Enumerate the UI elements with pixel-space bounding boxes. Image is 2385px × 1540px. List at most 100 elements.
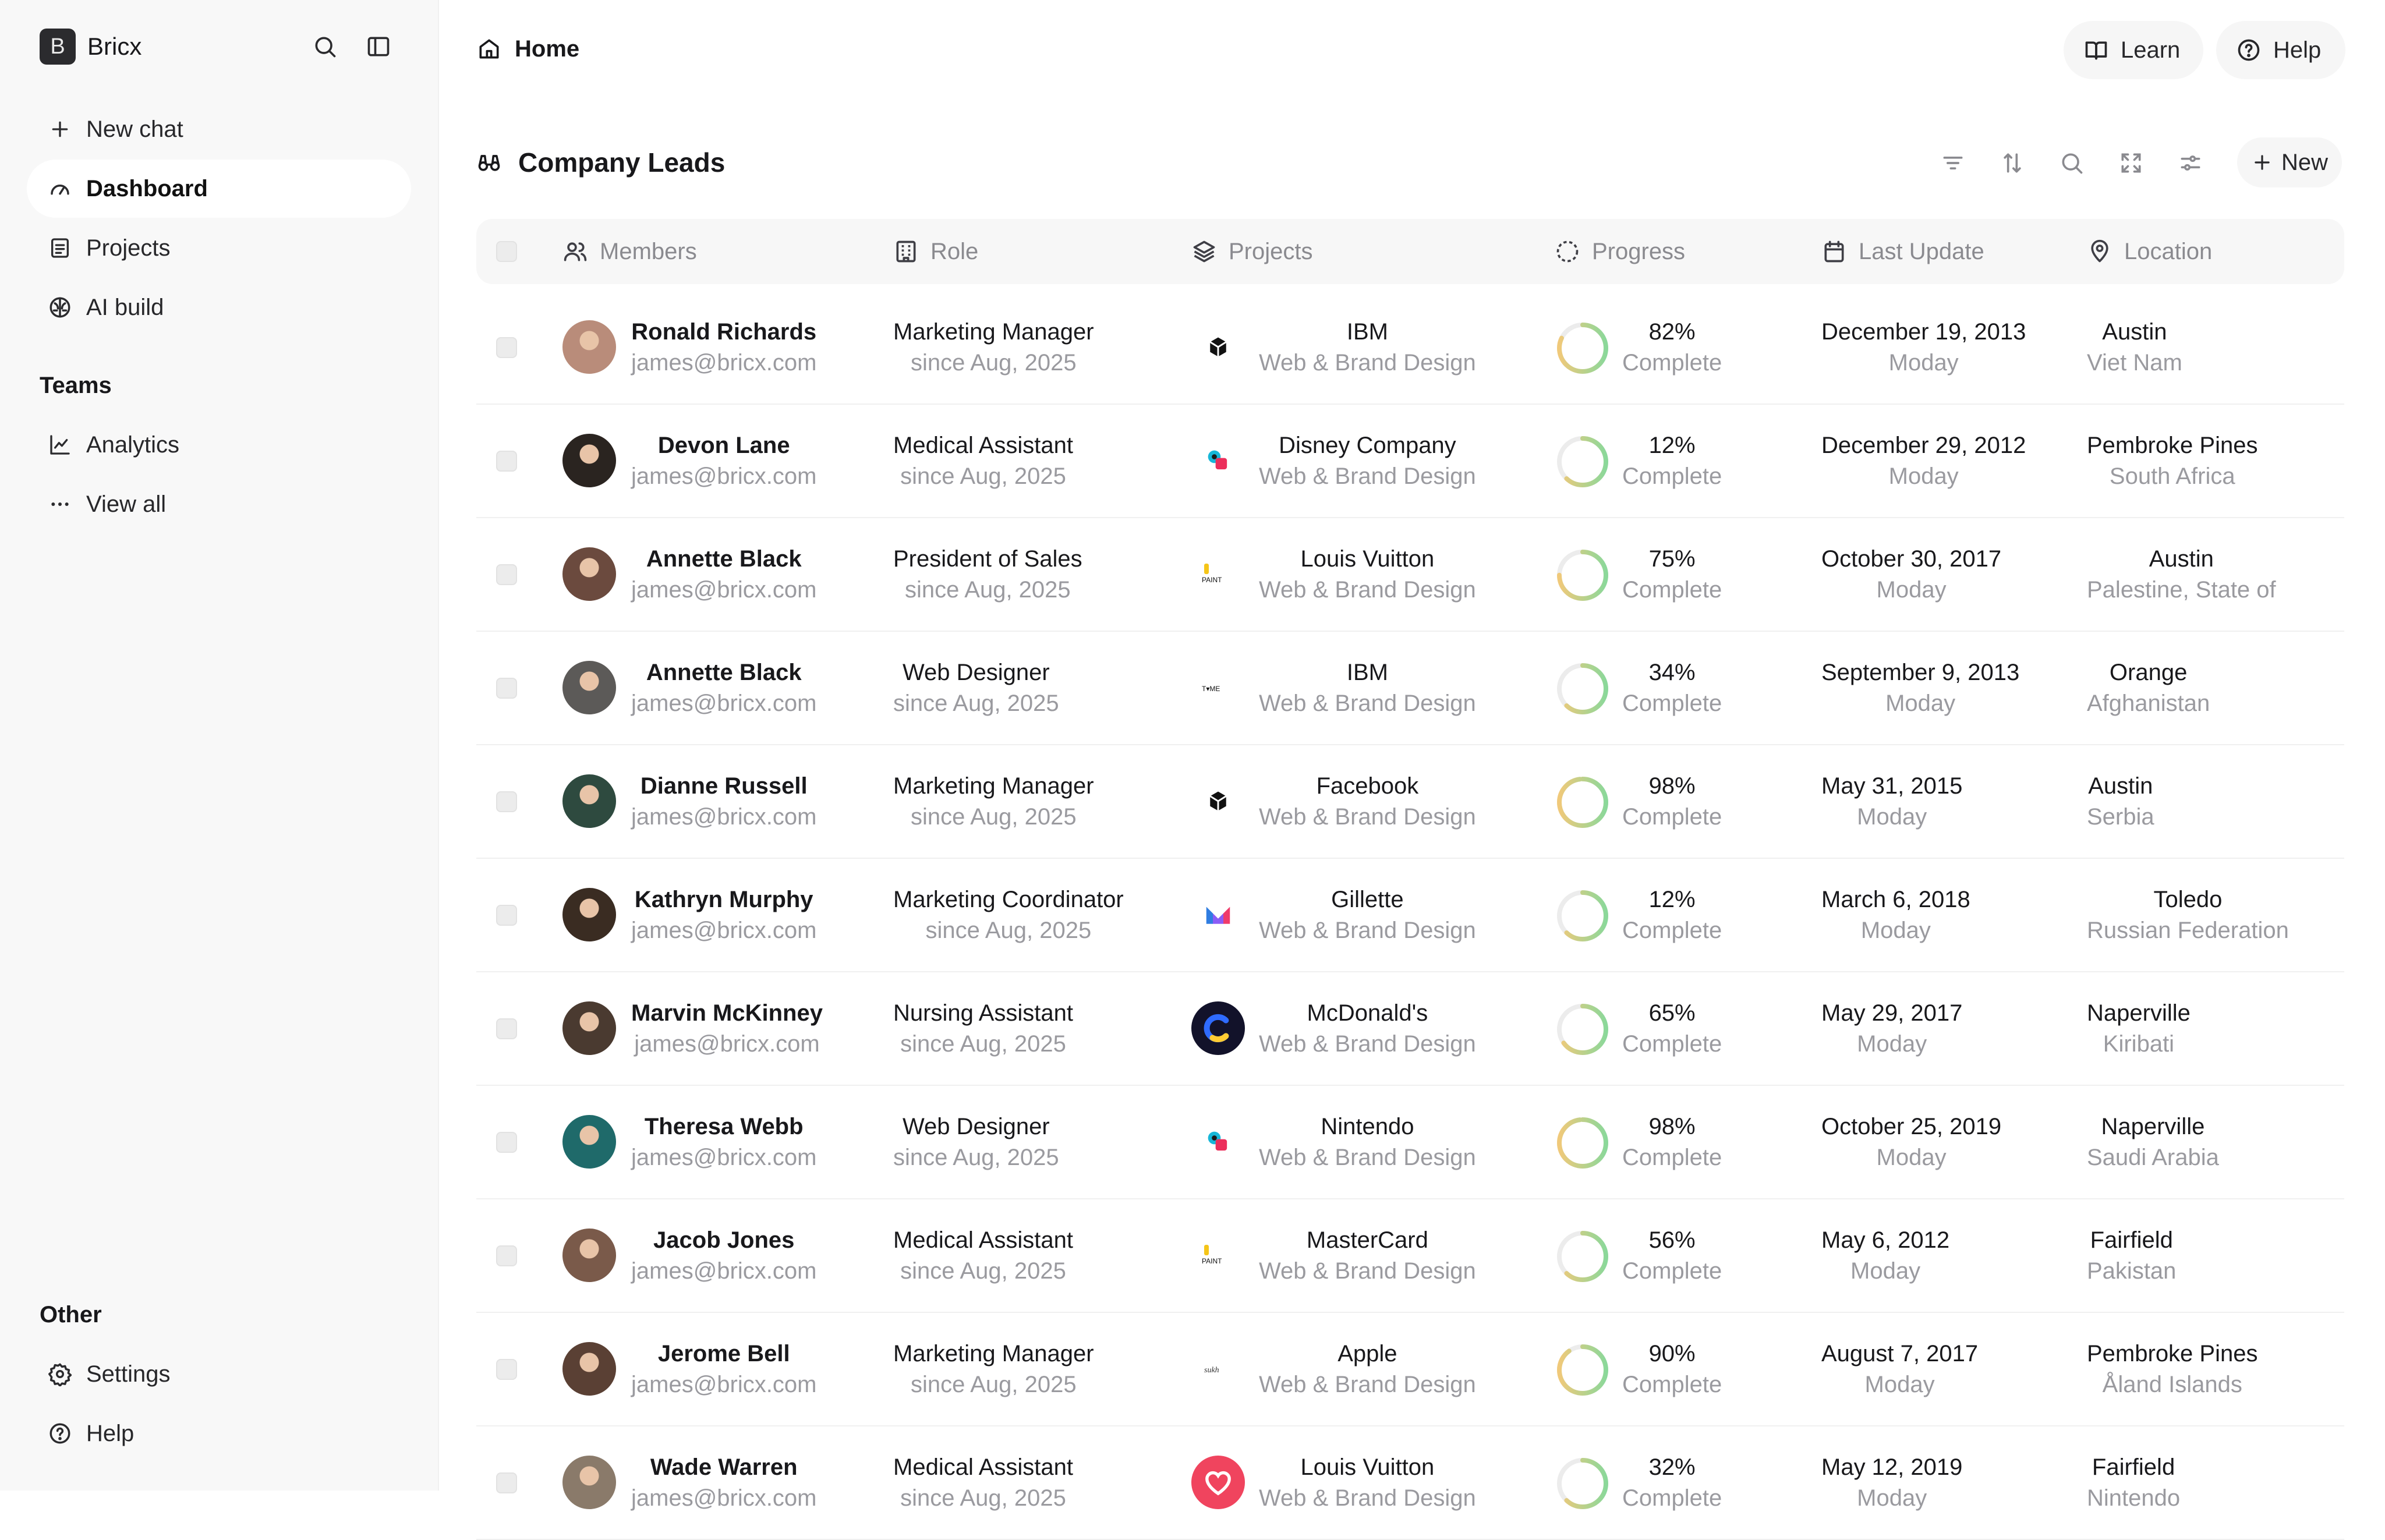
- row-checkbox[interactable]: [496, 1313, 517, 1425]
- row-checkbox[interactable]: [496, 291, 517, 403]
- sidebar-item-view-all[interactable]: View all: [27, 475, 411, 533]
- row-checkbox[interactable]: [496, 632, 517, 744]
- role-since: since Aug, 2025: [900, 463, 1066, 489]
- project-cell: Louis Vuitton Web & Brand Design: [1259, 518, 1476, 631]
- table-row[interactable]: Jacob Jones james@bricx.com Medical Assi…: [476, 1199, 2344, 1313]
- location-cell: Austin Serbia: [2087, 745, 2154, 858]
- location-country: South Africa: [2109, 463, 2235, 489]
- project-name[interactable]: Gillette: [1331, 887, 1404, 913]
- member-name[interactable]: Annette Black: [646, 660, 802, 686]
- table-row[interactable]: Annette Black james@bricx.com Web Design…: [476, 632, 2344, 745]
- member-name[interactable]: Ronald Richards: [631, 319, 816, 345]
- update-date: May 6, 2012: [1821, 1227, 1950, 1253]
- member-name[interactable]: Jacob Jones: [653, 1227, 794, 1254]
- progress-value: 12%: [1648, 432, 1696, 458]
- member-name[interactable]: Devon Lane: [658, 433, 790, 459]
- member-name[interactable]: Kathryn Murphy: [635, 887, 813, 913]
- column-label: Role: [930, 238, 979, 264]
- role-title: President of Sales: [893, 546, 1082, 572]
- member-name[interactable]: Annette Black: [646, 546, 802, 572]
- gear-icon: [45, 1360, 75, 1389]
- table-row[interactable]: Devon Lane james@bricx.com Medical Assis…: [476, 405, 2344, 518]
- learn-button[interactable]: Learn: [2064, 21, 2203, 79]
- row-checkbox[interactable]: [496, 1426, 517, 1539]
- column-location[interactable]: Location: [2087, 219, 2212, 284]
- member-name[interactable]: Jerome Bell: [658, 1341, 790, 1367]
- table-row[interactable]: Wade Warren james@bricx.com Medical Assi…: [476, 1426, 2344, 1540]
- member-email: james@bricx.com: [631, 1371, 817, 1397]
- row-checkbox[interactable]: [496, 745, 517, 858]
- expand-icon[interactable]: [2114, 146, 2149, 180]
- table-row[interactable]: Marvin McKinney james@bricx.com Nursing …: [476, 972, 2344, 1086]
- progress-cell: 98% Complete: [1622, 745, 1722, 858]
- project-type: Web & Brand Design: [1259, 463, 1476, 489]
- update-day: Moday: [1876, 1144, 1947, 1170]
- project-cell: Disney Company Web & Brand Design: [1259, 405, 1476, 517]
- row-checkbox[interactable]: [496, 859, 517, 971]
- member-name[interactable]: Wade Warren: [650, 1454, 798, 1481]
- row-checkbox[interactable]: [496, 405, 517, 517]
- row-checkbox[interactable]: [496, 1086, 517, 1198]
- table-row[interactable]: Ronald Richards james@bricx.com Marketin…: [476, 291, 2344, 405]
- new-button[interactable]: New: [2237, 137, 2342, 187]
- role-since: since Aug, 2025: [893, 1144, 1059, 1170]
- progress-ring: [1557, 663, 1608, 714]
- filter-icon[interactable]: [1935, 146, 1970, 180]
- project-name[interactable]: IBM: [1347, 660, 1388, 686]
- project-name[interactable]: IBM: [1347, 319, 1388, 345]
- sidebar-item-dashboard[interactable]: Dashboard: [27, 160, 411, 218]
- column-last-update[interactable]: Last Update: [1821, 219, 1984, 284]
- column-progress[interactable]: Progress: [1555, 219, 1685, 284]
- member-cell: Annette Black james@bricx.com: [631, 632, 816, 744]
- member-name[interactable]: Marvin McKinney: [631, 1000, 823, 1026]
- location-cell: Austin Palestine, State of: [2087, 518, 2276, 631]
- brain-icon: [45, 293, 75, 322]
- table-row[interactable]: Jerome Bell james@bricx.com Marketing Ma…: [476, 1313, 2344, 1426]
- table-row[interactable]: Theresa Webb james@bricx.com Web Designe…: [476, 1086, 2344, 1199]
- project-name[interactable]: Louis Vuitton: [1301, 1454, 1435, 1481]
- table-row[interactable]: Annette Black james@bricx.com President …: [476, 518, 2344, 632]
- row-checkbox[interactable]: [496, 972, 517, 1085]
- users-icon: [562, 239, 588, 264]
- progress-value: 65%: [1648, 1000, 1696, 1026]
- project-name[interactable]: Disney Company: [1279, 433, 1456, 459]
- help-button[interactable]: Help: [2216, 21, 2345, 79]
- sidebar-item-help[interactable]: Help: [27, 1404, 411, 1463]
- project-name[interactable]: Louis Vuitton: [1301, 546, 1435, 572]
- sliders-icon[interactable]: [2173, 146, 2208, 180]
- search-icon[interactable]: [307, 29, 342, 64]
- search-icon[interactable]: [2054, 146, 2089, 180]
- row-checkbox[interactable]: [496, 518, 517, 631]
- project-name[interactable]: Apple: [1337, 1341, 1397, 1367]
- member-cell: Annette Black james@bricx.com: [631, 518, 816, 631]
- project-name[interactable]: Nintendo: [1321, 1114, 1414, 1140]
- location-country: Åland Islands: [2102, 1371, 2242, 1397]
- sidebar-item-ai-build[interactable]: AI build: [27, 278, 411, 337]
- column-role[interactable]: Role: [893, 219, 978, 284]
- sidebar-item-settings[interactable]: Settings: [27, 1345, 411, 1403]
- member-name[interactable]: Dianne Russell: [641, 773, 808, 799]
- column-members[interactable]: Members: [562, 219, 697, 284]
- member-email: james@bricx.com: [631, 576, 817, 603]
- select-all-checkbox[interactable]: [496, 219, 517, 284]
- sidebar-item-projects[interactable]: Projects: [27, 219, 411, 277]
- project-name[interactable]: McDonald's: [1307, 1000, 1428, 1026]
- project-cell: IBM Web & Brand Design: [1259, 291, 1476, 403]
- table-row[interactable]: Kathryn Murphy james@bricx.com Marketing…: [476, 859, 2344, 972]
- sidebar-item-analytics[interactable]: Analytics: [27, 416, 411, 474]
- column-projects[interactable]: Projects: [1191, 219, 1313, 284]
- brand[interactable]: B Bricx: [40, 26, 141, 68]
- svg-text:PAINT: PAINT: [1202, 576, 1222, 584]
- breadcrumb[interactable]: Home: [476, 33, 579, 65]
- sidebar-item-new-chat[interactable]: New chat: [27, 100, 411, 158]
- table-row[interactable]: Dianne Russell james@bricx.com Marketing…: [476, 745, 2344, 859]
- member-name[interactable]: Theresa Webb: [645, 1114, 804, 1140]
- sidebar-toggle-icon[interactable]: [361, 29, 396, 64]
- location-country: Russian Federation: [2087, 917, 2289, 943]
- progress-label: Complete: [1622, 917, 1722, 943]
- project-name[interactable]: MasterCard: [1307, 1227, 1428, 1254]
- row-checkbox[interactable]: [496, 1199, 517, 1312]
- project-name[interactable]: Facebook: [1317, 773, 1419, 799]
- sort-icon[interactable]: [1995, 146, 2030, 180]
- role-title: Nursing Assistant: [893, 1000, 1074, 1026]
